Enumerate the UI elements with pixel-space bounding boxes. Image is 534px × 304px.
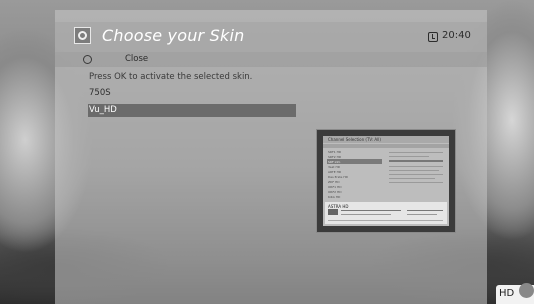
preview-channel: ORF1 HD [328, 185, 342, 189]
settings-icon [74, 27, 91, 44]
clock-time: 20:40 [442, 30, 471, 41]
skin-list-item[interactable]: 750S [88, 87, 296, 100]
preview-channel: ZDF HD [328, 180, 340, 184]
badge-dot-icon [519, 283, 534, 298]
page-title: Choose your Skin [102, 26, 245, 45]
key-bar [55, 52, 487, 67]
preview-channel: KiKA HD [328, 195, 341, 199]
close-button[interactable]: Close [125, 54, 148, 64]
preview-channel: ORF2 HD [328, 190, 342, 194]
preview-channel: Das Erste HD [328, 175, 348, 179]
preview-channel: SRF1 HD [328, 150, 342, 154]
hd-badge-label: HD [499, 288, 515, 299]
instruction-text: Press OK to activate the selected skin. [89, 72, 253, 82]
skin-preview-screen: Channel Selection (TV: All) SRF1 HD SRF2… [323, 136, 449, 226]
clock-icon [428, 32, 438, 42]
skin-list-item-selected[interactable]: Vu_HD [88, 104, 296, 117]
preview-channel: ARTE HD [328, 170, 342, 174]
preview-channel: SRF info [328, 160, 341, 164]
hd-badge: HD [496, 283, 534, 304]
preview-channel: 3sat HD [328, 165, 341, 169]
red-key-icon[interactable] [83, 55, 92, 64]
preview-title: Channel Selection (TV: All) [328, 137, 381, 142]
skin-preview-image: Channel Selection (TV: All) SRF1 HD SRF2… [316, 129, 456, 233]
